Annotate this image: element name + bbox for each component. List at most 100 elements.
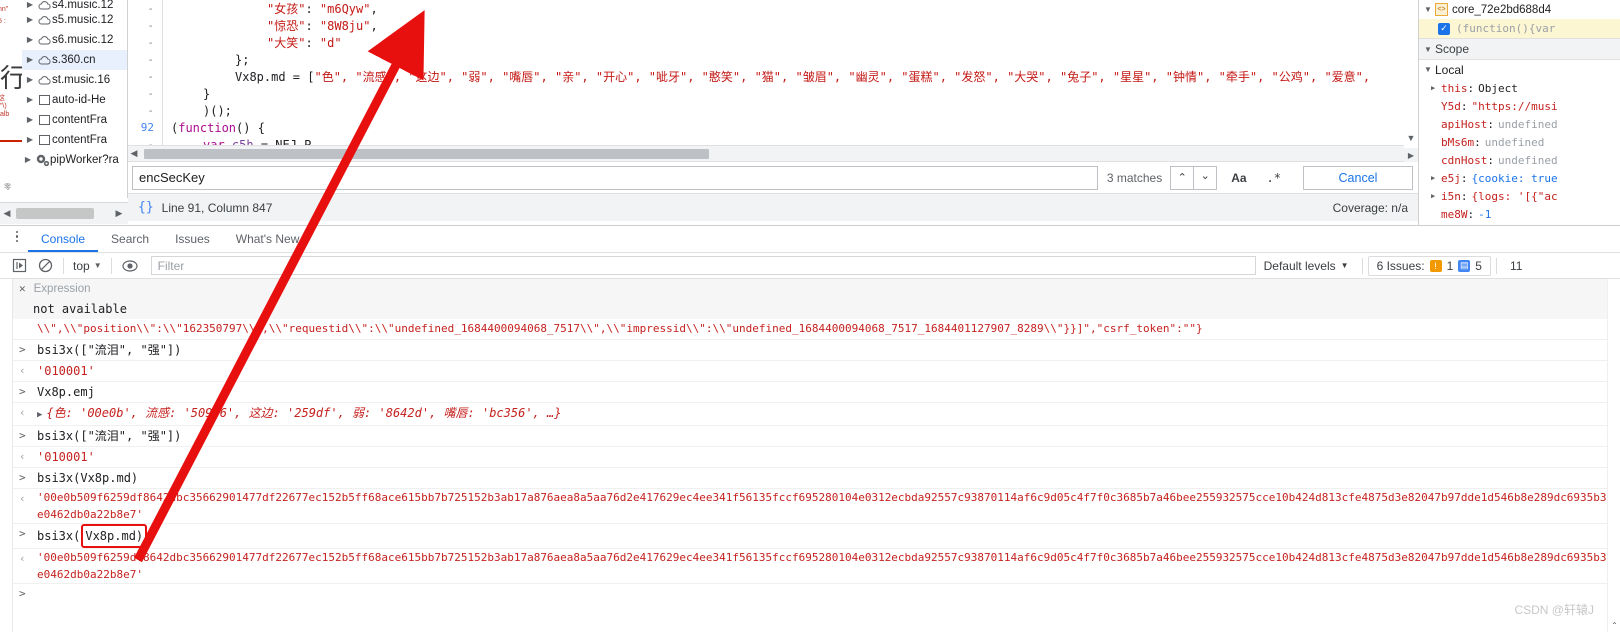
sidebar-item-auto-id-he[interactable]: ▶ auto-id-He bbox=[22, 90, 127, 110]
editor-horizontal-scrollbar[interactable]: ◀ ▶ bbox=[128, 145, 1418, 161]
search-input[interactable]: encSecKey bbox=[132, 165, 1098, 190]
tree-row-partial[interactable]: ▶ s4.music.12 bbox=[22, 0, 127, 10]
scrollbar-track[interactable] bbox=[140, 146, 1406, 162]
chevron-right-icon[interactable]: ▶ bbox=[24, 130, 36, 150]
scope-variable-me8w[interactable]: me8W: -1 bbox=[1419, 205, 1620, 223]
console-row-output-hash[interactable]: ‹ '00e0b509f6259df8642dbc35662901477df22… bbox=[13, 489, 1620, 524]
sidebar-item-pipworker[interactable]: ▶ pipWorker?ra bbox=[22, 150, 127, 170]
live-expression-value-row: not available bbox=[13, 299, 1620, 319]
line-number: - bbox=[147, 19, 154, 32]
pretty-print-icon[interactable]: {} bbox=[138, 200, 154, 215]
log-level-selector[interactable]: Default levels ▼ bbox=[1256, 259, 1357, 273]
sidebar-item-s5-music[interactable]: ▶ s5.music.12 bbox=[22, 10, 127, 30]
sidebar-item-contentframe-1[interactable]: ▶ contentFra bbox=[22, 110, 127, 130]
scroll-left-icon[interactable]: ◀ bbox=[128, 148, 140, 159]
editor-scroll-down-icon[interactable]: ▼ bbox=[1404, 128, 1418, 148]
cancel-button[interactable]: Cancel bbox=[1303, 165, 1413, 190]
chevron-right-icon[interactable]: ▶ bbox=[1431, 174, 1441, 182]
console-row-output[interactable]: ‹ '010001' bbox=[13, 447, 1620, 468]
clear-console-icon[interactable] bbox=[32, 254, 58, 278]
scope-variable-this[interactable]: ▶ this: Object bbox=[1419, 79, 1620, 97]
tab-search[interactable]: Search bbox=[98, 226, 162, 252]
editor-scroll-right-icon[interactable]: ▶ bbox=[1404, 148, 1418, 162]
code-line-92: 92 (function() { bbox=[128, 119, 1418, 136]
sidebar-item-contentframe-2[interactable]: ▶ contentFra bbox=[22, 130, 127, 150]
checkbox-checked-icon[interactable]: ✓ bbox=[1438, 22, 1450, 35]
chevron-right-icon[interactable]: ▶ bbox=[24, 10, 36, 30]
issues-summary-button[interactable]: 6 Issues: ! 1 ▤ 5 bbox=[1367, 255, 1491, 276]
scroll-down-icon[interactable]: ⌃ bbox=[1608, 621, 1620, 630]
row-gutter-output: ‹ bbox=[19, 552, 26, 565]
close-icon[interactable]: ✕ bbox=[19, 279, 34, 299]
debugger-sidebar: ▼ <> core_72e2bd688d4 ✓ (function(){var … bbox=[1418, 0, 1620, 228]
chevron-down-icon[interactable]: ▼ bbox=[1424, 45, 1435, 54]
scope-variable-i5n[interactable]: ▶ i5n: {logs: '[{"ac bbox=[1419, 187, 1620, 205]
console-row-output[interactable]: ‹ '010001' bbox=[13, 361, 1620, 382]
tab-issues[interactable]: Issues bbox=[162, 226, 223, 252]
more-options-icon[interactable] bbox=[6, 226, 28, 252]
chevron-right-icon[interactable]: ▶ bbox=[22, 150, 34, 170]
console-row-input[interactable]: > bsi3x(Vx8p.md) bbox=[13, 468, 1620, 489]
filter-placeholder: Filter bbox=[157, 258, 185, 273]
chevron-right-icon[interactable]: ▶ bbox=[1431, 192, 1441, 200]
chevron-right-icon[interactable]: ▶ bbox=[1431, 84, 1441, 92]
live-expression-icon[interactable] bbox=[117, 254, 143, 278]
chevron-down-icon[interactable]: ▼ bbox=[1424, 65, 1435, 74]
console-row-output-hash[interactable]: ‹ '00e0b509f6259df8642dbc35662901477df22… bbox=[13, 549, 1620, 584]
file-navigator-tree[interactable]: ▶ s4.music.12 ▶ s5.music.12 ▶ s6.music.1… bbox=[22, 0, 128, 198]
search-next-button[interactable]: ⌄ bbox=[1193, 165, 1218, 190]
console-message-list[interactable]: ✕ Expression not available \\",\\"positi… bbox=[0, 279, 1620, 632]
breakpoint-entry-row[interactable]: ✓ (function(){var bbox=[1419, 19, 1620, 38]
variable-name: cdnHost bbox=[1441, 153, 1488, 167]
tab-whats-new[interactable]: What's New bbox=[223, 226, 313, 252]
sidebar-item-st-music[interactable]: ▶ st.music.16 bbox=[22, 70, 127, 90]
scope-variable-cdnhost[interactable]: cdnHost: undefined bbox=[1419, 151, 1620, 169]
scope-variable-e5j[interactable]: ▶ e5j: {cookie: true bbox=[1419, 169, 1620, 187]
search-prev-button[interactable]: ⌃ bbox=[1170, 165, 1195, 190]
chevron-right-icon[interactable]: ▶ bbox=[24, 30, 36, 50]
console-row-input-highlighted[interactable]: > bsi3x(Vx8p.md) bbox=[13, 524, 1620, 549]
issues-label: 6 Issues: bbox=[1376, 258, 1425, 273]
scope-variable-apihost[interactable]: apiHost: undefined bbox=[1419, 115, 1620, 133]
navigator-horizontal-scrollbar[interactable]: ◀ ▶ bbox=[0, 202, 128, 224]
scope-variable-bms6m[interactable]: bMs6m: undefined bbox=[1419, 133, 1620, 151]
regex-button[interactable]: .* bbox=[1261, 171, 1287, 185]
console-filter-input[interactable]: Filter bbox=[150, 256, 1256, 275]
breakpoint-file-row[interactable]: ▼ <> core_72e2bd688d4 bbox=[1419, 0, 1620, 19]
console-prompt-row[interactable]: > bbox=[13, 584, 1620, 604]
scope-variable-y5d[interactable]: Y5d: "https://musi bbox=[1419, 97, 1620, 115]
devtools-window: nn" 5 : 行 这\"\)/alb 零 ▶ s4.music.12 ▶ s5… bbox=[0, 0, 1620, 632]
live-expression-label: Expression bbox=[33, 283, 91, 295]
console-row-input[interactable]: > Vx8p.emj bbox=[13, 382, 1620, 403]
live-expression-row[interactable]: ✕ Expression bbox=[13, 279, 1620, 299]
console-vertical-scrollbar[interactable]: ⌃ bbox=[1607, 279, 1620, 632]
scrollbar-thumb[interactable] bbox=[144, 148, 709, 159]
live-expression-value: not available bbox=[33, 302, 127, 316]
console-row-output-json[interactable]: \\",\\"position\\":\\"162350797\\",\\"re… bbox=[13, 319, 1620, 340]
scope-section-header[interactable]: ▼ Scope bbox=[1419, 38, 1620, 60]
console-row-text: bsi3x(["流泪", "强"]) bbox=[37, 429, 182, 443]
chevron-down-icon[interactable]: ▼ bbox=[1424, 5, 1435, 14]
source-code-editor[interactable]: - "女孩": "m6Qyw", - "惊恐": "8W8ju", - "大笑"… bbox=[128, 0, 1418, 145]
scrollbar-thumb[interactable] bbox=[16, 208, 94, 219]
console-row-object[interactable]: ▶ {色: '00e0b', 流感: '509f6', 这边: '259df', … bbox=[37, 403, 1620, 425]
tab-console[interactable]: Console bbox=[28, 226, 99, 252]
scope-local-header[interactable]: ▼ Local bbox=[1419, 60, 1620, 79]
console-row-input[interactable]: > bsi3x(["流泪", "强"]) bbox=[13, 340, 1620, 361]
scroll-right-icon[interactable]: ▶ bbox=[112, 208, 126, 219]
chevron-right-icon[interactable]: ▶ bbox=[24, 50, 36, 70]
console-row-output-object[interactable]: ‹ ▶ {色: '00e0b', 流感: '509f6', 这边: '259df'… bbox=[13, 403, 1620, 426]
sidebar-item-s6-music[interactable]: ▶ s6.music.12 bbox=[22, 30, 127, 50]
execute-icon[interactable] bbox=[6, 254, 32, 278]
chevron-right-icon[interactable]: ▶ bbox=[24, 110, 36, 130]
scroll-left-icon[interactable]: ◀ bbox=[0, 208, 14, 219]
context-selector[interactable]: top ▼ bbox=[69, 259, 106, 273]
chevron-right-icon[interactable]: ▶ bbox=[24, 0, 36, 10]
chevron-right-icon[interactable]: ▶ bbox=[24, 90, 36, 110]
code-text: (function() { bbox=[171, 120, 265, 135]
chevron-right-icon[interactable]: ▶ bbox=[37, 410, 42, 420]
chevron-right-icon[interactable]: ▶ bbox=[24, 70, 36, 90]
match-case-button[interactable]: Aa bbox=[1225, 171, 1252, 185]
console-row-input[interactable]: > bsi3x(["流泪", "强"]) bbox=[13, 426, 1620, 447]
sidebar-item-s360cn[interactable]: ▶ s.360.cn bbox=[22, 50, 127, 70]
